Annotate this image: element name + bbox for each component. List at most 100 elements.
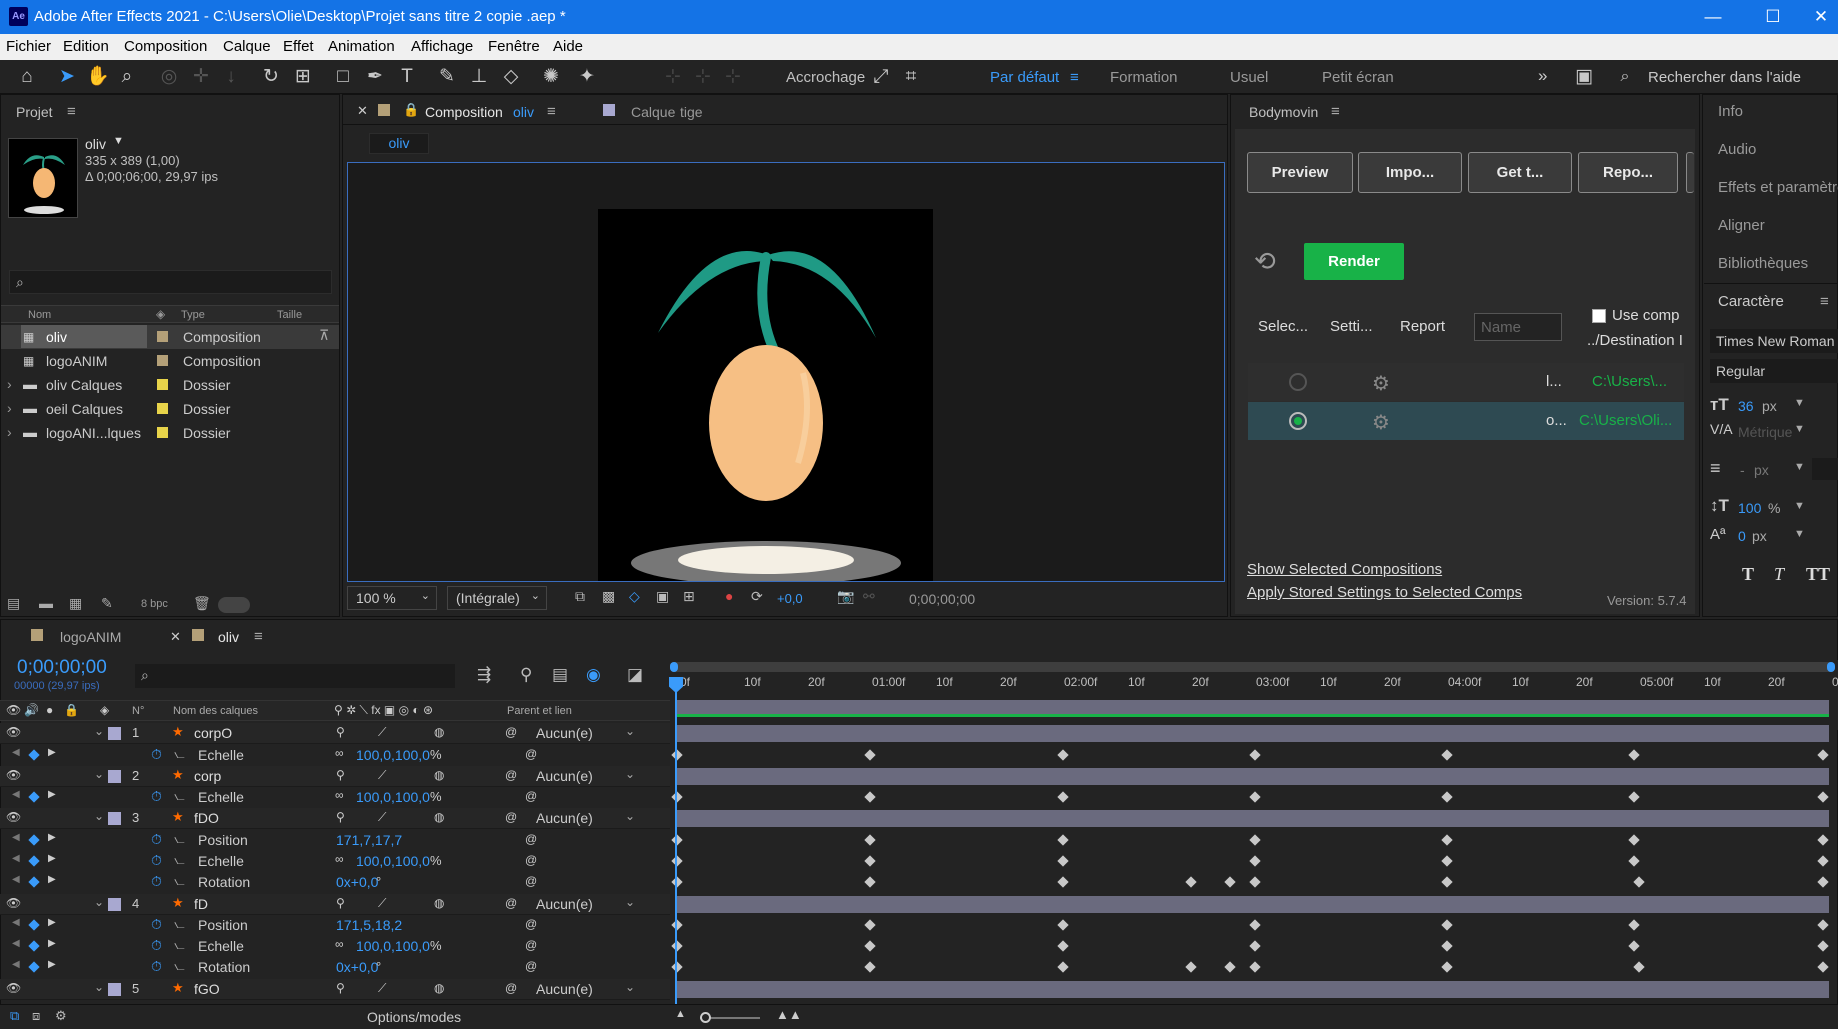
world-axis-icon[interactable]: ⊹ (692, 66, 714, 88)
project-panel-title[interactable]: Projet (16, 104, 53, 120)
stopwatch-icon[interactable]: ⏱ (151, 916, 162, 933)
quality-switch-icon[interactable]: ⟋ (378, 896, 386, 911)
constrain-proportions-icon[interactable]: ∞ (335, 852, 344, 866)
parent-select[interactable]: Aucun(e) (536, 896, 593, 912)
graph-icon[interactable]: ⦦ (174, 873, 185, 889)
visibility-eye-icon[interactable]: 👁 (6, 896, 21, 910)
project-item-logoanim[interactable]: ▦ logoANIM Composition (1, 349, 339, 373)
3d-switch-icon[interactable]: ◍ (434, 810, 444, 824)
destination-path[interactable]: C:\Users\... (1592, 373, 1667, 390)
chevron-down-icon[interactable]: ⌄ (625, 767, 635, 781)
graph-icon[interactable]: ⦦ (174, 788, 185, 804)
stopwatch-icon[interactable]: ⏱ (151, 788, 162, 805)
font-family-select[interactable]: Times New Roman (1710, 329, 1838, 353)
render-time-icon[interactable]: ⧉ (10, 1008, 19, 1024)
3d-switch-icon[interactable]: ◍ (434, 768, 444, 782)
stopwatch-icon[interactable]: ⏱ (151, 746, 162, 763)
layer-duration-bar[interactable] (677, 895, 1829, 913)
project-menu-icon[interactable]: ≡ (67, 103, 76, 120)
chevron-down-icon[interactable]: ⌄ (625, 980, 635, 994)
fast-previews-icon[interactable]: ⧉ (575, 588, 585, 605)
zoom-select[interactable]: 100 % ⌄ (347, 586, 437, 610)
chevron-down-icon[interactable]: ⌄ (625, 724, 635, 738)
minimize-button[interactable]: — (1688, 4, 1738, 30)
quality-switch-icon[interactable]: ⟋ (378, 810, 386, 825)
chevron-down-icon[interactable]: ⌄ (94, 724, 104, 738)
previous-keyframe-icon[interactable]: ◀ (12, 938, 20, 949)
apply-settings-link[interactable]: Apply Stored Settings to Selected Comps (1247, 584, 1522, 601)
chevron-right-icon[interactable]: › (7, 376, 12, 392)
workspace-formation[interactable]: Formation (1110, 69, 1178, 86)
menu-effet[interactable]: Effet (283, 38, 314, 55)
timeline-search-input[interactable]: ⌕ (135, 664, 455, 688)
layer-row[interactable]: 👁 ⌄ 2 ★ corp ⚲ ⟋ ◍ @ Aucun(e) ⌄ (0, 765, 670, 787)
layer-duration-bar[interactable] (677, 767, 1829, 785)
refresh-icon[interactable]: ⟲ (1254, 246, 1276, 277)
next-keyframe-icon[interactable]: ▶ (48, 747, 56, 758)
solo-icon[interactable]: ● (46, 703, 53, 717)
constrain-proportions-icon[interactable]: ∞ (335, 788, 344, 802)
layer-name[interactable]: fDO (194, 810, 219, 826)
lock-icon[interactable]: 🔒 (403, 102, 419, 118)
report-button[interactable]: Repo... (1578, 152, 1678, 193)
stroke-value[interactable]: - (1740, 462, 1745, 478)
previous-keyframe-icon[interactable]: ◀ (12, 959, 20, 970)
menu-edition[interactable]: Edition (63, 38, 109, 55)
workspace-petit-ecran[interactable]: Petit écran (1322, 69, 1394, 86)
bit-depth[interactable]: 8 bpc (141, 598, 168, 610)
chevron-down-icon[interactable]: ⌄ (94, 980, 104, 994)
timeline-tab-logoanim[interactable]: logoANIM (60, 629, 121, 645)
shy-switch-icon[interactable]: ⚲ (336, 981, 345, 995)
sync-settings-icon[interactable]: ▣ (1573, 66, 1595, 88)
menu-fenetre[interactable]: Fenêtre (488, 38, 540, 55)
workspace-menu-icon[interactable]: ≡ (1070, 69, 1079, 86)
align-panel-tab[interactable]: Aligner (1718, 217, 1765, 234)
next-keyframe-icon[interactable]: ▶ (48, 938, 56, 949)
chevron-down-icon[interactable]: ⌄ (94, 809, 104, 823)
label-color[interactable] (108, 727, 121, 740)
audio-panel-tab[interactable]: Audio (1718, 141, 1756, 158)
rectangle-tool-icon[interactable]: □ (332, 66, 354, 88)
select-radio[interactable] (1289, 373, 1307, 391)
property-value[interactable]: 100,0,100,0 (356, 853, 430, 869)
property-row[interactable]: ◀ ▶ ⏱ ⦦ Echelle ∞ 100,0,100,0 % @ (0, 745, 670, 766)
close-button[interactable]: ✕ (1796, 4, 1838, 30)
render-button[interactable]: Render (1304, 243, 1404, 280)
column-type[interactable]: Type (181, 309, 205, 321)
orbit-camera-icon[interactable]: ◎ (158, 66, 180, 88)
reset-exposure-icon[interactable]: ⟳ (751, 588, 763, 605)
chevron-down-icon[interactable]: ▼ (1794, 397, 1805, 409)
close-tab-icon[interactable]: ✕ (357, 103, 368, 119)
pen-tool-icon[interactable]: ✒ (364, 66, 386, 88)
settings-gear-icon[interactable]: ⚙ (1372, 410, 1390, 435)
quality-switch-icon[interactable]: ⟋ (378, 981, 386, 996)
previous-keyframe-icon[interactable]: ◀ (12, 789, 20, 800)
add-keyframe-icon[interactable] (28, 855, 40, 867)
stopwatch-icon[interactable]: ⏱ (151, 831, 162, 848)
expression-pickwhip-icon[interactable]: @ (525, 853, 537, 867)
shy-switch-icon[interactable]: ⚲ (336, 768, 345, 782)
property-value[interactable]: 100,0,100,0 (356, 938, 430, 954)
next-keyframe-icon[interactable]: ▶ (48, 789, 56, 800)
character-menu-icon[interactable]: ≡ (1820, 293, 1829, 310)
name-filter-input[interactable]: Name (1474, 313, 1562, 341)
chevron-right-icon[interactable]: › (7, 400, 12, 416)
stopwatch-icon[interactable]: ⏱ (151, 873, 162, 890)
graph-icon[interactable]: ⦦ (174, 916, 185, 932)
quality-switch-icon[interactable]: ⟋ (378, 725, 386, 740)
property-row[interactable]: ◀ ▶ ⏱ ⦦ Rotation 0x+0,0 ° @ (0, 872, 670, 893)
kerning-value[interactable]: Métrique (1738, 424, 1792, 440)
eraser-tool-icon[interactable]: ◇ (500, 66, 522, 88)
anchor-point-tool-icon[interactable]: ⊞ (292, 66, 314, 88)
expression-pickwhip-icon[interactable]: @ (525, 874, 537, 888)
all-caps-button[interactable]: TT (1806, 564, 1830, 585)
property-row[interactable]: ◀ ▶ ⏱ ⦦ Position 171,7,17,7 @ (0, 830, 670, 851)
import-button[interactable]: Impo... (1358, 152, 1462, 193)
frame-blending-icon[interactable]: ▤ (552, 665, 568, 685)
visibility-eye-icon[interactable]: 👁 (6, 810, 21, 824)
composition-tab-label[interactable]: Composition (425, 104, 503, 120)
column-select[interactable]: Selec... (1258, 318, 1308, 335)
bodymovin-menu-icon[interactable]: ≡ (1331, 103, 1340, 120)
add-keyframe-icon[interactable] (28, 791, 40, 803)
selected-item-dropdown-icon[interactable]: ▼ (113, 135, 124, 147)
